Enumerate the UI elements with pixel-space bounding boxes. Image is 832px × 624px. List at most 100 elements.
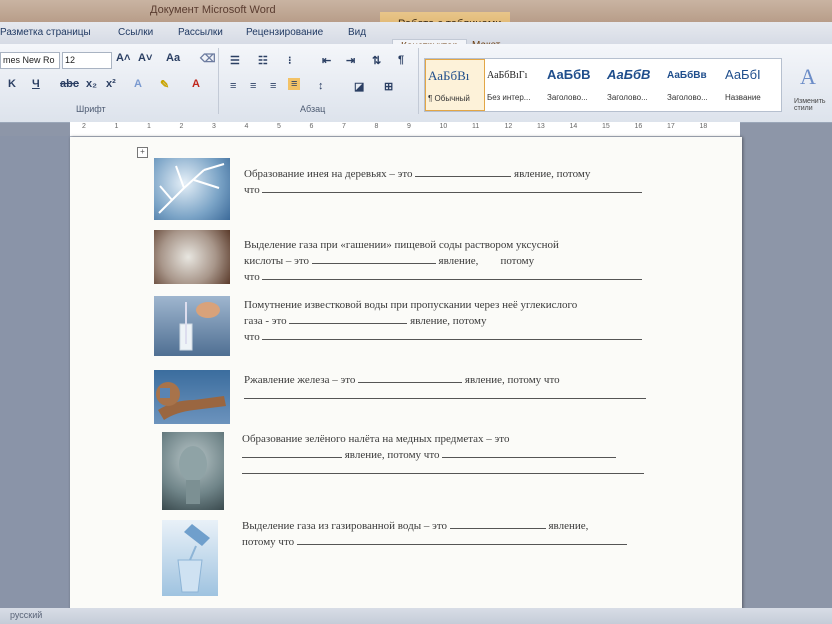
answer-blank[interactable] bbox=[442, 447, 617, 458]
ruler-tick-label: 2 bbox=[179, 123, 184, 130]
frost-image bbox=[154, 158, 230, 220]
change-case-button[interactable]: Aa bbox=[166, 52, 180, 64]
grow-font-button[interactable]: A˄ bbox=[116, 52, 130, 64]
ruler-tick-label: 12 bbox=[504, 123, 513, 130]
style-sample: АаБбВıГı bbox=[487, 70, 528, 81]
underline-button[interactable]: Ч bbox=[32, 78, 40, 90]
align-right-icon[interactable]: ≡ bbox=[270, 80, 276, 92]
font-name-combo[interactable]: mes New Ro bbox=[0, 52, 60, 69]
style-sample: АаБбІ bbox=[725, 67, 761, 82]
question-text: что bbox=[244, 271, 260, 283]
answer-blank[interactable] bbox=[415, 166, 512, 177]
answer-blank[interactable] bbox=[242, 447, 342, 458]
sort-icon[interactable]: ⇅ bbox=[372, 54, 381, 67]
question-1: Образование инея на деревьях – это явлен… bbox=[244, 166, 654, 198]
font-size-combo[interactable]: 12 bbox=[62, 52, 112, 69]
style-name: Заголово... bbox=[547, 93, 588, 102]
style-name: Название bbox=[725, 93, 761, 102]
tab-view[interactable]: Вид bbox=[348, 27, 366, 38]
question-text: Выделение газа при «гашении» пищевой сод… bbox=[244, 239, 559, 251]
rusty-wrench-image bbox=[154, 370, 230, 424]
answer-blank[interactable] bbox=[262, 182, 643, 193]
subscript-button[interactable]: x₂ bbox=[86, 78, 97, 90]
strikethrough-button[interactable]: abc bbox=[60, 78, 79, 90]
tab-references[interactable]: Ссылки bbox=[118, 27, 153, 38]
question-text: Помутнение известковой воды при пропуска… bbox=[244, 299, 578, 311]
question-text: что bbox=[244, 184, 260, 196]
question-text: Образование инея на деревьях – это bbox=[244, 168, 413, 180]
answer-blank[interactable] bbox=[449, 518, 546, 529]
question-text: газа - это bbox=[244, 315, 287, 327]
ruler-tick-label: 8 bbox=[374, 123, 379, 130]
ruler-tick-label: 6 bbox=[309, 123, 314, 130]
question-text: кислоты – это bbox=[244, 255, 310, 267]
align-left-icon[interactable]: ≡ bbox=[230, 80, 236, 92]
question-text: потому bbox=[500, 255, 535, 267]
style-sample: АаБбВı bbox=[428, 68, 470, 83]
tab-mailings[interactable]: Рассылки bbox=[178, 27, 223, 38]
multilevel-list-icon[interactable]: ⁝ bbox=[288, 54, 292, 67]
justify-icon[interactable]: ≡ bbox=[288, 78, 301, 90]
window-title: Документ Microsoft Word bbox=[150, 4, 276, 16]
highlight-icon[interactable]: ✎ bbox=[160, 78, 169, 91]
style-heading-1[interactable]: АаБбВ Заголово... bbox=[545, 59, 603, 109]
answer-blank[interactable] bbox=[358, 372, 463, 383]
shrink-font-button[interactable]: A˅ bbox=[138, 52, 152, 64]
answer-blank[interactable] bbox=[244, 388, 646, 399]
table-move-handle-icon[interactable]: + bbox=[137, 147, 148, 158]
question-text: явление, потому что bbox=[344, 449, 440, 461]
font-group-label: Шрифт bbox=[76, 104, 106, 114]
ruler-tick-label: 16 bbox=[634, 123, 643, 130]
numbering-icon[interactable]: ☷ bbox=[258, 54, 268, 67]
language-indicator[interactable]: русский bbox=[10, 610, 42, 620]
superscript-button[interactable]: x² bbox=[106, 78, 116, 90]
ruler-tick-label: 13 bbox=[537, 123, 545, 130]
soda-reaction-image bbox=[154, 230, 230, 284]
borders-icon[interactable]: ⊞ bbox=[384, 80, 393, 93]
pilcrow-icon[interactable]: ¶ bbox=[398, 54, 404, 66]
answer-blank[interactable] bbox=[289, 313, 408, 324]
ruler-tick-label: 10 bbox=[439, 123, 448, 130]
style-name: Заголово... bbox=[667, 93, 708, 102]
answer-blank[interactable] bbox=[242, 463, 644, 474]
paragraph-group-label: Абзац bbox=[300, 104, 326, 114]
ruler-tick-label: 1 bbox=[147, 123, 151, 130]
bullets-icon[interactable]: ☰ bbox=[230, 54, 240, 67]
ruler-tick-label: 17 bbox=[667, 123, 675, 130]
question-3: Помутнение известковой воды при пропуска… bbox=[244, 298, 654, 345]
answer-blank[interactable] bbox=[262, 269, 643, 280]
font-color-button[interactable]: A bbox=[192, 78, 200, 90]
question-text: Ржавление железа – это bbox=[244, 374, 356, 386]
decrease-indent-icon[interactable]: ⇤ bbox=[322, 54, 331, 67]
style-heading-2[interactable]: АаБбВ Заголово... bbox=[605, 59, 663, 109]
ruler-tick-label: 3 bbox=[212, 123, 216, 130]
style-normal[interactable]: АаБбВı ¶ Обычный bbox=[425, 59, 485, 111]
italic-button[interactable]: K bbox=[8, 78, 16, 90]
question-text: потому что bbox=[242, 536, 295, 548]
text-effects-button[interactable]: A bbox=[134, 78, 142, 90]
test-tube-icon bbox=[179, 302, 220, 351]
answer-blank[interactable] bbox=[262, 329, 643, 340]
align-center-icon[interactable]: ≡ bbox=[250, 80, 256, 92]
style-name: Заголово... bbox=[607, 93, 648, 102]
style-no-spacing[interactable]: АаБбВıГı Без интер... bbox=[485, 59, 543, 109]
style-title[interactable]: АаБбІ Название bbox=[723, 59, 781, 109]
shading-icon[interactable]: ◪ bbox=[354, 80, 364, 93]
tab-review[interactable]: Рецензирование bbox=[246, 27, 323, 38]
style-heading-3[interactable]: АаБбВв Заголово... bbox=[665, 59, 723, 109]
clear-format-icon[interactable]: ⌫ bbox=[200, 52, 216, 65]
increase-indent-icon[interactable]: ⇥ bbox=[346, 54, 355, 67]
answer-blank[interactable] bbox=[311, 253, 436, 264]
answer-blank[interactable] bbox=[296, 534, 627, 545]
horizontal-ruler[interactable]: 2 1 1 2 3 4 5 6 7 8 9 10 11 12 13 14 15 16 17 18 bbox=[70, 122, 740, 137]
wrench-icon bbox=[156, 382, 226, 420]
change-styles-button[interactable]: A Изменить стили bbox=[790, 62, 832, 112]
line-spacing-icon[interactable]: ↕ bbox=[318, 80, 324, 92]
question-text: Выделение газа из газированной воды – эт… bbox=[242, 520, 447, 532]
divider bbox=[218, 48, 219, 114]
status-bar: русский bbox=[0, 608, 832, 624]
tab-page-layout[interactable]: Разметка страницы bbox=[0, 27, 91, 38]
question-4: Ржавление железа – это явление, потому ч… bbox=[244, 372, 654, 404]
soda-water-image bbox=[162, 520, 218, 596]
question-text: явление, потому bbox=[514, 168, 591, 180]
